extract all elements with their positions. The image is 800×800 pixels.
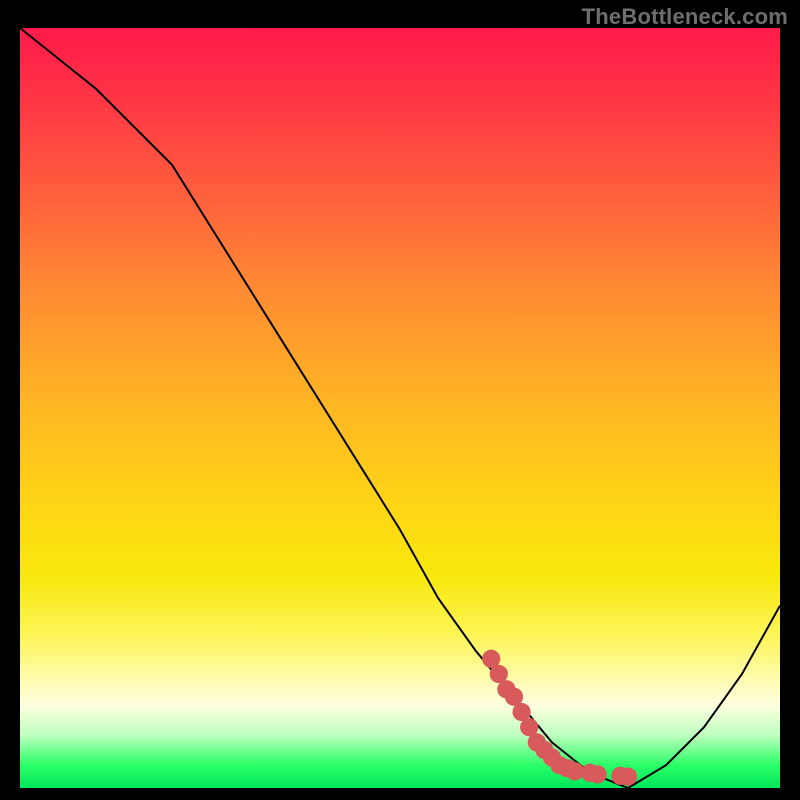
plot-area [20, 28, 780, 788]
curve-overlay [20, 28, 780, 788]
highlight-marker [619, 767, 637, 785]
highlight-marker [588, 765, 606, 783]
watermark-text: TheBottleneck.com [582, 4, 788, 30]
bottleneck-curve [20, 28, 780, 788]
optimal-range-markers [482, 650, 637, 786]
chart-container: TheBottleneck.com [0, 0, 800, 800]
